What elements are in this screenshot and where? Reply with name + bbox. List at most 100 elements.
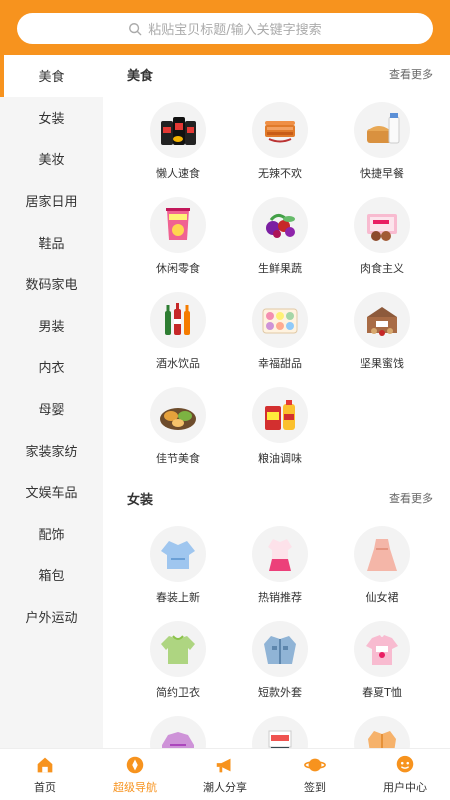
sidebar-item[interactable]: 户外运动: [0, 596, 103, 638]
sweater-icon: [162, 732, 194, 748]
subcategory-thumbnail: [252, 621, 308, 677]
megaphone-icon: [216, 758, 231, 773]
subcategory-label: 幸福甜品: [258, 357, 302, 370]
subcategory-label: 简约卫衣: [156, 686, 200, 699]
tab-label: 超级导航: [113, 781, 157, 794]
subcategory-item[interactable]: 短款外套: [229, 612, 331, 707]
tab-label: 潮人分享: [203, 781, 247, 794]
blouse-icon: [161, 541, 195, 569]
subcategory-item[interactable]: 坚果蜜饯: [331, 283, 433, 378]
section-header: 美食 查看更多: [127, 55, 433, 93]
subcategory-thumbnail: [150, 102, 206, 158]
subcategory-thumbnail: [354, 197, 410, 253]
subcategory-label: 佳节美食: [156, 452, 200, 465]
subcategory-thumbnail: [252, 716, 308, 748]
sidebar-item[interactable]: 家装家纺: [0, 429, 103, 471]
subcategory-item[interactable]: 热销推荐: [229, 517, 331, 612]
tab-label: 首页: [34, 781, 56, 794]
sidebar-item[interactable]: 居家日用: [0, 180, 103, 222]
subcategory-label: 肉食主义: [360, 262, 404, 275]
tab-item[interactable]: 首页: [0, 749, 90, 800]
tab-item[interactable]: 签到: [270, 749, 360, 800]
sidebar-item[interactable]: 鞋品: [0, 221, 103, 263]
subcategory-label: 休闲零食: [156, 262, 200, 275]
subcategory-label: 酒水饮品: [156, 357, 200, 370]
subcategory-item[interactable]: 肉食主义: [331, 188, 433, 283]
sweatshirt-icon: [161, 635, 195, 664]
planet-icon: [304, 758, 326, 772]
subcategory-item[interactable]: 懒人速食: [127, 93, 229, 188]
sidebar-item[interactable]: 箱包: [0, 554, 103, 596]
tab-label: 用户中心: [383, 781, 427, 794]
subcategory-label: 春夏T恤: [362, 686, 402, 699]
subcategory-thumbnail: [150, 621, 206, 677]
section-header: 女装 查看更多: [127, 479, 433, 517]
sidebar-item[interactable]: 母婴: [0, 388, 103, 430]
denim-jacket-icon: [264, 636, 296, 664]
view-more-link[interactable]: 查看更多: [389, 66, 433, 82]
sidebar-item[interactable]: 内衣: [0, 346, 103, 388]
sidebar-item[interactable]: 文娱车品: [0, 471, 103, 513]
subcategory-label: 快捷早餐: [360, 167, 404, 180]
home-icon: [37, 757, 53, 773]
subcategory-thumbnail: [150, 197, 206, 253]
instant-noodles-icon: [161, 117, 196, 145]
subcategory-item[interactable]: 生鲜果蔬: [229, 188, 331, 283]
subcategory-item[interactable]: 简约卫衣: [127, 612, 229, 707]
section-title: 美食: [127, 68, 154, 84]
sidebar-item[interactable]: 数码家电: [0, 263, 103, 305]
tab-item[interactable]: 用户中心: [360, 749, 450, 800]
subcategory-item[interactable]: 休闲零食: [127, 188, 229, 283]
sidebar-item[interactable]: 男装: [0, 305, 103, 347]
user-icon: [396, 755, 414, 773]
subcategory-item[interactable]: 春夏T恤: [331, 612, 433, 707]
tab-label: 签到: [304, 781, 326, 794]
subcategory-label: 坚果蜜饯: [360, 357, 404, 370]
sidebar-item[interactable]: 配饰: [0, 513, 103, 555]
top-header: 粘贴宝贝标题/输入关键字搜索: [0, 0, 450, 55]
search-placeholder: 粘贴宝贝标题/输入关键字搜索: [148, 23, 322, 38]
dress-icon: [367, 539, 397, 571]
subcategory-item[interactable]: 快捷早餐: [331, 93, 433, 188]
subcategory-thumbnail: [354, 292, 410, 348]
subcategory-item[interactable]: [229, 707, 331, 748]
subcategory-item[interactable]: 粮油调味: [229, 378, 331, 473]
subcategory-thumbnail: [354, 716, 410, 748]
tab-item[interactable]: 超级导航: [90, 749, 180, 800]
subcategory-item[interactable]: 幸福甜品: [229, 283, 331, 378]
sidebar-item[interactable]: 女装: [0, 97, 103, 139]
subcategory-item[interactable]: [331, 707, 433, 748]
subcategory-thumbnail: [150, 716, 206, 748]
bottom-tab-bar: 首页 超级导航 潮人分享 签到 用户中心: [0, 748, 450, 800]
subcategory-item[interactable]: 无辣不欢: [229, 93, 331, 188]
subcategory-thumbnail: [252, 387, 308, 443]
subcategory-thumbnail: [252, 102, 308, 158]
subcategory-grid: 春装上新 热销推荐 仙女裙简约卫衣 短款外套 春夏T恤: [127, 517, 433, 748]
sidebar-item[interactable]: 美妆: [0, 138, 103, 180]
subcategory-thumbnail: [354, 526, 410, 582]
subcategory-grid: 懒人速食 无辣不欢 快捷早餐休闲零食 生鲜果蔬 肉食主义酒水饮品 幸福甜品 坚果蜜饯佳节美食…: [127, 93, 433, 473]
fruits-icon: [266, 213, 295, 238]
category-section: 女装 查看更多春装上新 热销推荐 仙女裙简约卫衣 短款外套 春夏T恤: [103, 479, 450, 748]
subcategory-thumbnail: [150, 292, 206, 348]
search-input[interactable]: 粘贴宝贝标题/输入关键字搜索: [17, 13, 433, 44]
subcategory-item[interactable]: 佳节美食: [127, 378, 229, 473]
bread-milk-icon: [367, 113, 400, 144]
compass-icon: [126, 756, 144, 774]
subcategory-thumbnail: [354, 621, 410, 677]
chips-bag-icon: [166, 208, 190, 240]
subcategory-item[interactable]: 春装上新: [127, 517, 229, 612]
tab-item[interactable]: 潮人分享: [180, 749, 270, 800]
section-title: 女装: [127, 492, 154, 508]
subcategory-item[interactable]: 酒水饮品: [127, 283, 229, 378]
coat-icon: [368, 731, 396, 748]
subcategory-thumbnail: [354, 102, 410, 158]
subcategory-label: 春装上新: [156, 591, 200, 604]
category-sidebar: 美食 女装 美妆 居家日用 鞋品 数码家电 男装 内衣 母婴 家装家纺 文娱车品 配饰 箱包 户外运动: [0, 55, 103, 748]
sidebar-item[interactable]: 美食: [0, 55, 103, 97]
view-more-link[interactable]: 查看更多: [389, 490, 433, 506]
subcategory-item[interactable]: [127, 707, 229, 748]
drink-bottles-icon: [165, 303, 190, 335]
subcategory-label: 懒人速食: [156, 167, 200, 180]
subcategory-item[interactable]: 仙女裙: [331, 517, 433, 612]
